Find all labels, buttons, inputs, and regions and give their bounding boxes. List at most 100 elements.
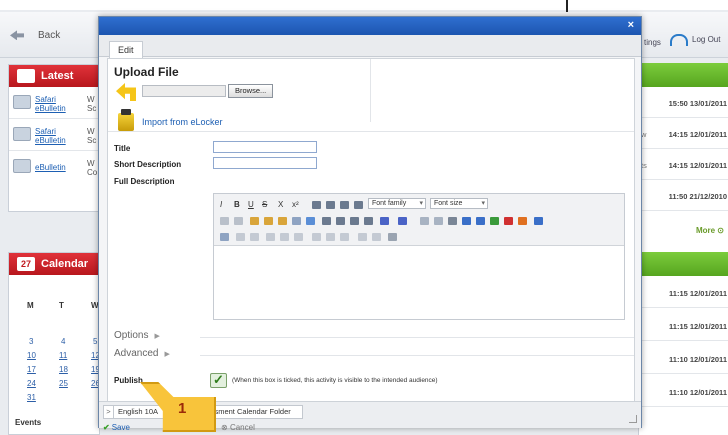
- more-label: More: [695, 226, 716, 235]
- redo-icon[interactable]: [234, 217, 243, 225]
- table-row[interactable]: 11:15 12/01/2011: [639, 311, 728, 341]
- bullet-list-icon[interactable]: [322, 217, 331, 225]
- cell-props-icon[interactable]: [250, 233, 259, 241]
- bulletin-snippet: W Sc: [87, 95, 97, 113]
- settings-link[interactable]: tings: [644, 38, 661, 47]
- highlight-color-icon[interactable]: [398, 217, 407, 225]
- table-row[interactable]: 15:50 13/01/2011: [639, 88, 728, 118]
- list-item[interactable]: Safari eBulletin W Sc: [9, 119, 99, 151]
- table-row[interactable]: 11:50 21/12/2010: [639, 181, 728, 211]
- media-icon[interactable]: [462, 217, 471, 225]
- calendar-day[interactable]: 3: [29, 337, 33, 346]
- table-row[interactable]: 11:10 12/01/2011: [639, 377, 728, 407]
- delete-col-icon[interactable]: [312, 233, 321, 241]
- publish-label: Publish: [114, 376, 143, 385]
- superscript-button[interactable]: x²: [292, 200, 299, 209]
- more-link[interactable]: More ⊙: [696, 226, 724, 235]
- delete-row-icon[interactable]: [280, 233, 289, 241]
- file-path-input[interactable]: [142, 85, 226, 97]
- table-row[interactable]: 11:15 12/01/2011: [639, 278, 728, 308]
- align-justify-icon[interactable]: [354, 201, 363, 209]
- paste-icon[interactable]: [278, 217, 287, 225]
- line-icon[interactable]: [388, 233, 397, 241]
- html-icon[interactable]: [534, 217, 543, 225]
- row-time: 15:50 13/01/2011: [668, 99, 727, 108]
- calendar-day[interactable]: 5: [93, 337, 97, 346]
- save-button[interactable]: Save: [112, 423, 130, 432]
- tab-edit[interactable]: Edit: [109, 41, 143, 58]
- bulletin-icon: [13, 127, 31, 141]
- font-family-select[interactable]: Font family: [368, 198, 426, 209]
- align-left-icon[interactable]: [312, 201, 321, 209]
- row-time: 11:50 21/12/2010: [668, 192, 727, 201]
- calendar-day[interactable]: 25: [59, 379, 68, 388]
- cancel-button[interactable]: ⊗ Cancel: [221, 423, 255, 432]
- table-row[interactable]: ts 14:15 12/01/2011: [639, 150, 728, 180]
- close-icon[interactable]: ×: [628, 19, 634, 31]
- bulletin-link[interactable]: Safari eBulletin: [35, 127, 66, 145]
- cleanup-icon[interactable]: [306, 217, 315, 225]
- step-callout: 1: [140, 382, 216, 432]
- align-center-icon[interactable]: [326, 201, 335, 209]
- special-char-icon[interactable]: [448, 217, 457, 225]
- options-toggle[interactable]: Options ▶: [114, 330, 160, 341]
- image-icon[interactable]: [476, 217, 485, 225]
- template-icon[interactable]: [518, 217, 527, 225]
- calendar-header: 27 Calendar: [9, 253, 99, 275]
- expand-triangle-icon: ▶: [164, 351, 170, 358]
- italic-button[interactable]: I: [220, 200, 222, 209]
- insert-row-icon[interactable]: [266, 233, 275, 241]
- list-item[interactable]: Safari eBulletin W Sc: [9, 87, 99, 119]
- calendar-day[interactable]: 31: [27, 393, 36, 402]
- calendar-day[interactable]: 10: [27, 351, 36, 360]
- font-size-select[interactable]: Font size: [430, 198, 488, 209]
- bulletin-link[interactable]: eBulletin: [35, 163, 66, 172]
- table-row[interactable]: w 14:15 12/01/2011: [639, 119, 728, 149]
- visual-aid-icon[interactable]: [358, 233, 367, 241]
- indent-icon[interactable]: [364, 217, 373, 225]
- dialog-actions: ✔Save m ⊗ Cancel: [103, 423, 255, 432]
- underline-button[interactable]: U: [248, 200, 254, 209]
- bold-button[interactable]: B: [234, 200, 240, 209]
- cut-icon[interactable]: [250, 217, 259, 225]
- logout-button[interactable]: Log Out: [670, 34, 720, 46]
- back-label: Back: [38, 30, 61, 41]
- browse-button[interactable]: Browse...: [228, 84, 274, 98]
- outdent-icon[interactable]: [350, 217, 359, 225]
- calendar-day[interactable]: 4: [61, 337, 65, 346]
- calendar-day[interactable]: 17: [27, 365, 36, 374]
- table-row[interactable]: 11:10 12/01/2011: [639, 344, 728, 374]
- bulletin-snippet: W Co: [87, 159, 98, 177]
- bulletin-link[interactable]: Safari eBulletin: [35, 95, 66, 113]
- undo-icon[interactable]: [220, 217, 229, 225]
- unlink-icon[interactable]: [434, 217, 443, 225]
- title-input[interactable]: [213, 141, 317, 153]
- full-description-label: Full Description: [114, 177, 175, 186]
- calendar-day[interactable]: 24: [27, 379, 36, 388]
- editor-body[interactable]: [216, 248, 622, 318]
- subscript-button[interactable]: X: [278, 200, 283, 209]
- numbered-list-icon[interactable]: [336, 217, 345, 225]
- paste-text-icon[interactable]: [292, 217, 301, 225]
- align-right-icon[interactable]: [340, 201, 349, 209]
- list-item[interactable]: eBulletin W Co: [9, 151, 99, 183]
- advanced-toggle[interactable]: Advanced ▶: [114, 348, 170, 359]
- merge-cell-icon[interactable]: [340, 233, 349, 241]
- calendar-day[interactable]: 18: [59, 365, 68, 374]
- back-button[interactable]: Back: [10, 30, 60, 41]
- copy-icon[interactable]: [264, 217, 273, 225]
- resize-handle[interactable]: [629, 415, 637, 423]
- strikethrough-button[interactable]: S: [262, 200, 267, 209]
- row-props-icon[interactable]: [236, 233, 245, 241]
- table-icon[interactable]: [490, 217, 499, 225]
- flash-icon[interactable]: [504, 217, 513, 225]
- link-icon[interactable]: [420, 217, 429, 225]
- text-color-icon[interactable]: [380, 217, 389, 225]
- insert-col-icon[interactable]: [294, 233, 303, 241]
- import-from-elocker-link[interactable]: Import from eLocker: [142, 117, 223, 127]
- table-props-icon[interactable]: [220, 233, 229, 241]
- split-cell-icon[interactable]: [326, 233, 335, 241]
- short-description-input[interactable]: [213, 157, 317, 169]
- calendar-day[interactable]: 11: [59, 351, 67, 360]
- hr-icon[interactable]: [372, 233, 381, 241]
